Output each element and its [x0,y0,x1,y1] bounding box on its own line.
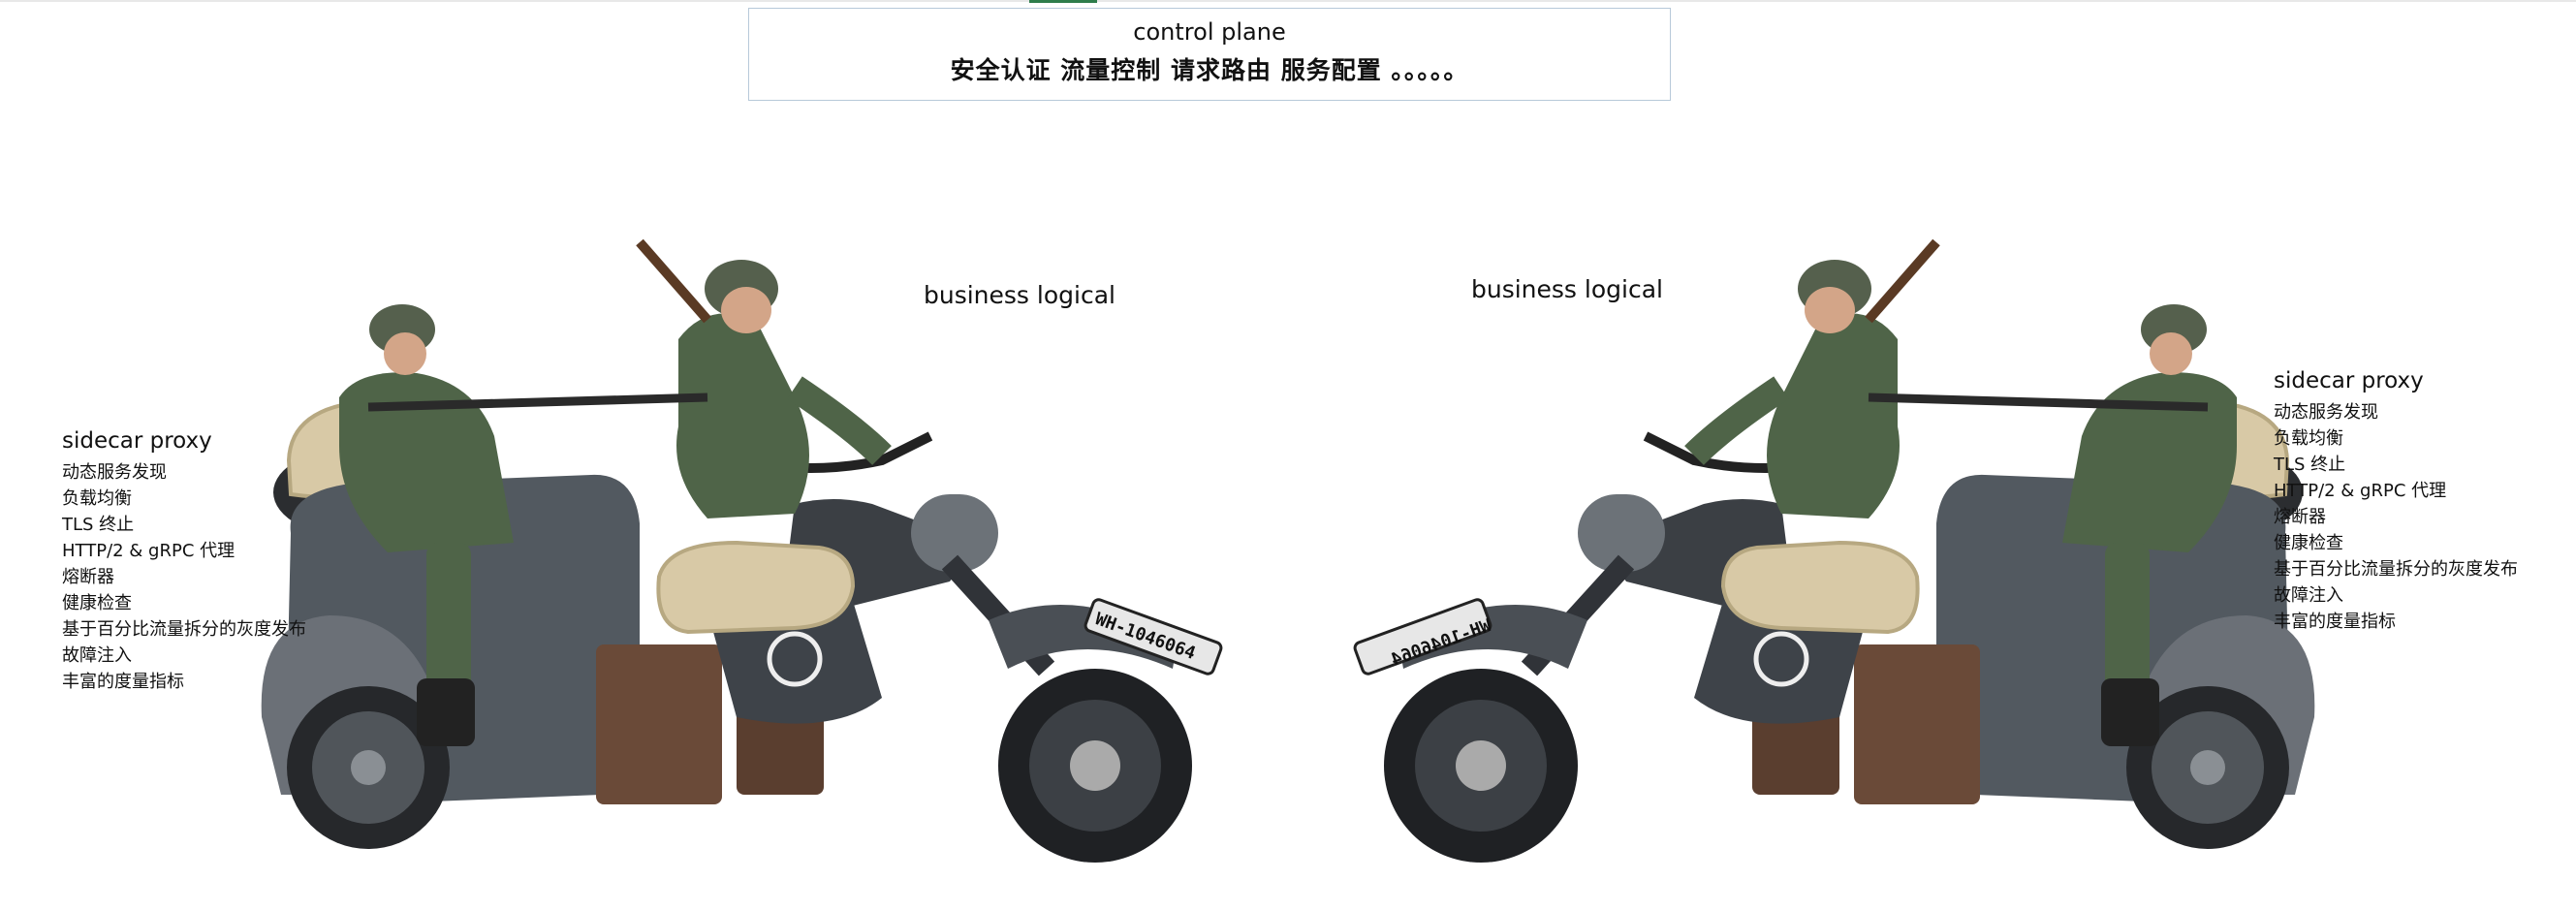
left-sidecar-item: 丰富的度量指标 [62,672,184,692]
right-sidecar-item: HTTP/2 & gRPC 代理 [2274,481,2447,501]
right-sidecar-proxy-list: sidecar proxy 动态服务发现 负载均衡 TLS 终止 HTTP/2 … [2274,366,2518,635]
right-sidecar-item: TLS 终止 [2274,455,2346,475]
right-sidecar-item: 故障注入 [2274,585,2343,606]
left-sidecar-item: 故障注入 [62,645,132,666]
right-sidecar-title: sidecar proxy [2274,368,2424,393]
top-rule [0,0,2576,2]
right-business-logical-label: business logical [1471,275,1663,303]
left-sidecar-item: 基于百分比流量拆分的灰度发布 [62,619,306,640]
motorcycle-sidecar-model-right: WH-1046064 [1353,238,2315,863]
control-plane-title: control plane [1133,18,1286,46]
left-sidecar-item: 动态服务发现 [62,462,167,483]
right-sidecar-item: 健康检查 [2274,533,2343,553]
right-sidecar-item: 熔断器 [2274,507,2326,527]
left-sidecar-title: sidecar proxy [62,428,212,454]
left-sidecar-item: TLS 终止 [62,515,135,535]
top-accent-bar [1029,0,1097,3]
right-sidecar-item: 丰富的度量指标 [2274,612,2396,632]
right-sidecar-item: 基于百分比流量拆分的灰度发布 [2274,559,2518,580]
model-left-group: WH-1046064 [261,238,1223,863]
left-sidecar-item: 健康检查 [62,593,132,613]
left-business-logical-label: business logical [924,281,1115,309]
right-sidecar-item: 负载均衡 [2274,428,2343,449]
left-sidecar-item: HTTP/2 & gRPC 代理 [62,541,236,561]
right-sidecar-item: 动态服务发现 [2274,402,2378,423]
diagram-canvas: control plane 安全认证 流量控制 请求路由 服务配置 。。。。。 [0,0,2576,911]
left-sidecar-item: 熔断器 [62,567,114,587]
motorcycle-sidecar-model-left: WH-1046064 [261,238,1223,863]
left-sidecar-proxy-list: sidecar proxy 动态服务发现 负载均衡 TLS 终止 HTTP/2 … [62,426,306,695]
model-right-group [1353,238,2315,863]
left-sidecar-item: 负载均衡 [62,488,132,509]
control-plane-features: 安全认证 流量控制 请求路由 服务配置 。。。。。 [950,56,1469,84]
control-plane-box: control plane 安全认证 流量控制 请求路由 服务配置 。。。。。 [748,8,1671,101]
